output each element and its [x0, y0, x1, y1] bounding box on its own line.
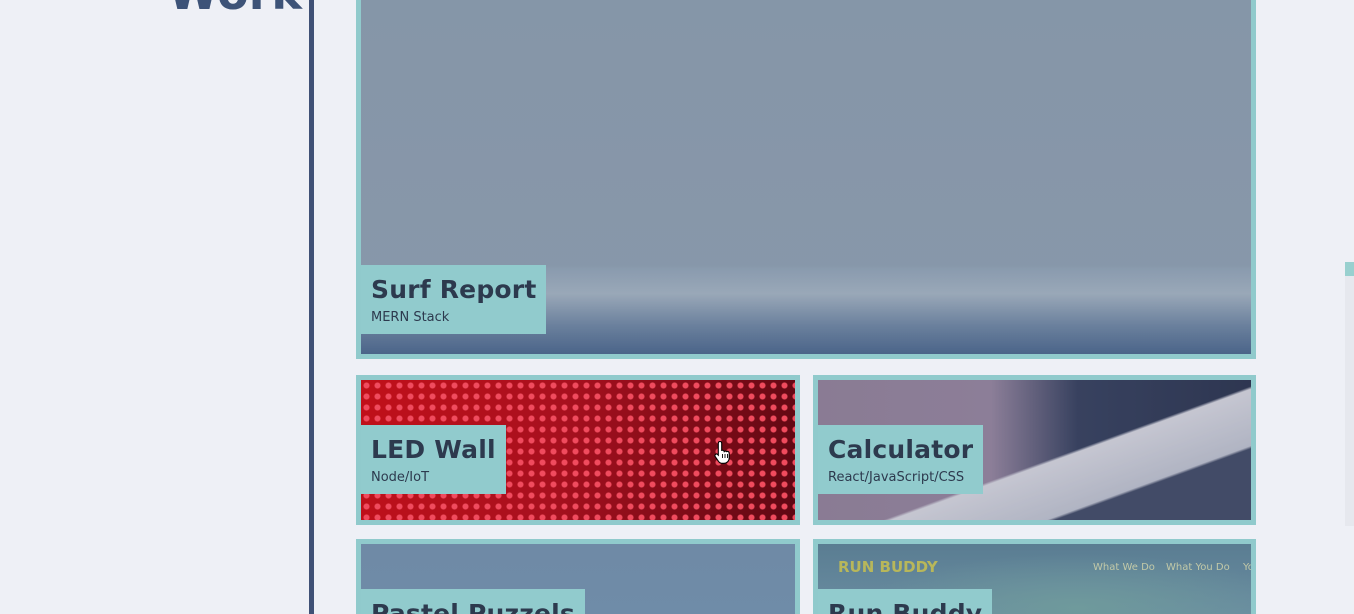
project-title: Run Buddy: [828, 599, 983, 614]
project-stack: Node/IoT: [371, 470, 430, 485]
section-heading: Work: [168, 0, 302, 16]
hand-pointer-icon: [714, 440, 730, 464]
project-title: Surf Report: [371, 275, 537, 304]
project-label: Run Buddy: [818, 589, 993, 614]
project-label: Surf Report MERN Stack: [361, 265, 547, 334]
portfolio-page: Work Surf Report MERN Stack LED Wall Nod…: [0, 0, 1354, 614]
project-title: LED Wall: [371, 435, 496, 464]
project-title: Pastel Puzzels: [371, 599, 576, 614]
run-buddy-brand: RUN BUDDY: [838, 558, 938, 576]
scrollbar[interactable]: [1345, 262, 1354, 526]
project-card-led-wall[interactable]: LED Wall Node/IoT: [356, 375, 800, 525]
project-label: Pastel Puzzels: [361, 589, 586, 614]
run-buddy-nav-item: What We Do: [1093, 562, 1155, 573]
project-title: Calculator: [828, 435, 974, 464]
run-buddy-nav-item: Yo: [1243, 562, 1254, 573]
project-stack: React/JavaScript/CSS: [828, 470, 965, 485]
vertical-divider: [309, 0, 314, 614]
run-buddy-nav-item: What You Do: [1166, 562, 1230, 573]
project-card-surf-report[interactable]: Surf Report MERN Stack: [356, 0, 1256, 359]
project-card-pastel-puzzels[interactable]: Pastel Puzzels: [356, 539, 800, 614]
project-stack: MERN Stack: [371, 310, 450, 325]
project-label: Calculator React/JavaScript/CSS: [818, 425, 984, 494]
project-card-calculator[interactable]: Calculator React/JavaScript/CSS: [813, 375, 1256, 525]
project-card-run-buddy[interactable]: RUN BUDDY What We Do What You Do Yo Run …: [813, 539, 1256, 614]
project-label: LED Wall Node/IoT: [361, 425, 506, 494]
